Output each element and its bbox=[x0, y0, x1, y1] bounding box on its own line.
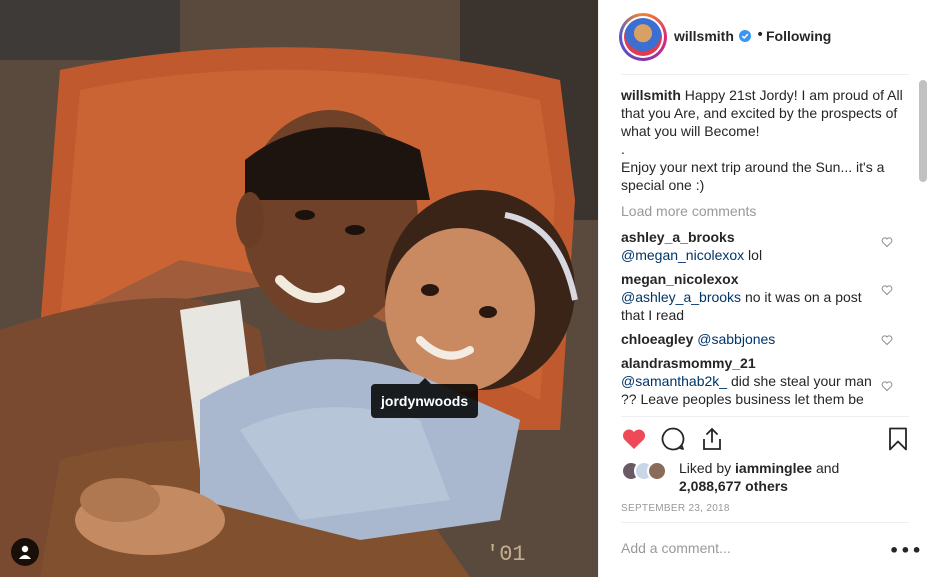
comment-text: lol bbox=[744, 247, 763, 263]
user-tag-bubble[interactable]: jordynwoods bbox=[371, 378, 479, 418]
comment-mention[interactable]: @sabbjones bbox=[697, 331, 775, 347]
comment-mention[interactable]: @megan_nicolexox bbox=[621, 247, 744, 263]
header-separator: • bbox=[756, 27, 765, 43]
comment-item: ashley_a_brooks @megan_nicolexox lol bbox=[621, 228, 903, 264]
comments-list[interactable]: willsmith Happy 21st Jordy! I am proud o… bbox=[621, 86, 903, 416]
comment-box-divider bbox=[621, 522, 909, 523]
likes-summary: Liked by iamminglee and 2,088,677 others bbox=[621, 458, 911, 498]
likes-count[interactable]: 2,088,677 others bbox=[679, 478, 788, 494]
caption-username[interactable]: willsmith bbox=[621, 87, 681, 103]
comment-username[interactable]: ashley_a_brooks bbox=[621, 228, 873, 246]
following-button[interactable]: Following bbox=[766, 28, 831, 44]
more-options-button[interactable]: ••• bbox=[889, 541, 923, 560]
header-username[interactable]: willsmith bbox=[674, 28, 734, 44]
avatar-image bbox=[624, 18, 662, 56]
comment-item: megan_nicolexox @ashley_a_brooks no it w… bbox=[621, 270, 903, 324]
comment-username[interactable]: chloeagley bbox=[621, 331, 693, 347]
actions-divider bbox=[621, 416, 909, 417]
comment-username[interactable]: alandrasmommy_21 bbox=[621, 354, 873, 372]
comment-like-heart-icon[interactable] bbox=[881, 284, 893, 296]
post-caption: willsmith Happy 21st Jordy! I am proud o… bbox=[621, 86, 903, 194]
header-divider bbox=[621, 74, 909, 75]
liker-username[interactable]: iamminglee bbox=[735, 460, 812, 476]
like-heart-icon[interactable] bbox=[621, 426, 647, 452]
load-more-comments-button[interactable]: Load more comments bbox=[621, 202, 903, 220]
add-comment-input[interactable]: Add a comment... bbox=[621, 540, 731, 556]
verified-badge-icon bbox=[739, 30, 751, 42]
profile-avatar[interactable] bbox=[619, 13, 667, 61]
liker-avatars[interactable] bbox=[621, 461, 673, 481]
comment-bubble-icon[interactable] bbox=[660, 426, 686, 452]
comment-item: chloeagley @sabbjones bbox=[621, 330, 903, 348]
post-container: '01 jordynwoods willsmith • Following wi… bbox=[0, 0, 931, 577]
post-date[interactable]: SEPTEMBER 23, 2018 bbox=[621, 503, 730, 514]
date-stamp: '01 bbox=[486, 542, 526, 567]
share-icon[interactable] bbox=[699, 426, 725, 452]
post-header: willsmith • Following bbox=[599, 0, 931, 74]
liker-avatar bbox=[647, 461, 667, 481]
likes-text: Liked by iamminglee and 2,088,677 others bbox=[679, 459, 909, 495]
show-tags-button[interactable] bbox=[11, 538, 39, 566]
bookmark-icon[interactable] bbox=[885, 426, 911, 452]
comment-item: alandrasmommy_21 @samanthab2k_ did she s… bbox=[621, 354, 903, 408]
post-sidebar: willsmith • Following willsmith Happy 21… bbox=[598, 0, 931, 577]
comment-like-heart-icon[interactable] bbox=[881, 334, 893, 346]
likes-prefix: Liked by bbox=[679, 460, 736, 476]
comment-mention[interactable]: @samanthab2k_ bbox=[621, 373, 727, 389]
user-icon bbox=[19, 545, 31, 559]
comment-like-heart-icon[interactable] bbox=[881, 236, 893, 248]
post-photo[interactable]: '01 jordynwoods bbox=[0, 0, 598, 577]
comment-mention[interactable]: @ashley_a_brooks bbox=[621, 289, 741, 305]
comment-like-heart-icon[interactable] bbox=[881, 380, 893, 392]
comments-scrollbar[interactable] bbox=[919, 80, 927, 182]
photo-illustration: '01 bbox=[0, 0, 598, 577]
likes-middle: and bbox=[812, 460, 840, 476]
action-bar bbox=[621, 424, 911, 454]
comment-username[interactable]: megan_nicolexox bbox=[621, 270, 873, 288]
